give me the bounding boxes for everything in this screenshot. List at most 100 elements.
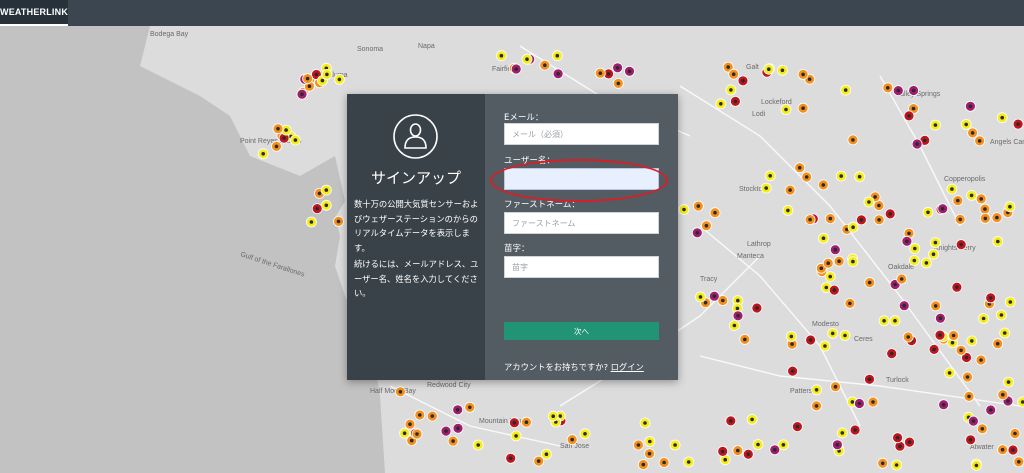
sensor-marker[interactable] [946, 183, 958, 195]
sensor-marker[interactable] [763, 63, 775, 75]
sensor-marker[interactable] [464, 401, 476, 413]
sensor-marker[interactable] [737, 75, 749, 87]
sensor-marker[interactable] [805, 334, 816, 346]
sensor-marker[interactable] [644, 448, 655, 460]
sensor-marker[interactable] [612, 62, 623, 74]
sensor-marker[interactable] [725, 84, 737, 96]
sensor-marker[interactable] [935, 312, 946, 324]
sensor-marker[interactable] [752, 439, 764, 450]
sensor-marker[interactable] [730, 96, 741, 107]
sensor-marker[interactable] [1009, 428, 1021, 439]
sensor-marker[interactable] [938, 399, 949, 411]
sensor-marker[interactable] [426, 410, 438, 422]
sensor-marker[interactable] [547, 410, 559, 422]
lastname-field[interactable] [504, 256, 659, 278]
sensor-marker[interactable] [612, 78, 624, 89]
sensor-marker[interactable] [399, 427, 411, 439]
sensor-marker[interactable] [991, 212, 1003, 224]
sensor-marker[interactable] [909, 243, 921, 254]
email-field[interactable] [504, 123, 659, 145]
sensor-marker[interactable] [954, 213, 966, 225]
sensor-marker[interactable] [452, 422, 464, 434]
sensor-marker[interactable] [922, 206, 934, 218]
sensor-marker[interactable] [864, 373, 875, 385]
sensor-marker[interactable] [962, 371, 973, 383]
sensor-marker[interactable] [847, 221, 859, 233]
sensor-marker[interactable] [505, 452, 517, 464]
sensor-marker[interactable] [951, 281, 963, 293]
sensor-marker[interactable] [892, 432, 903, 444]
sensor-marker[interactable] [878, 315, 890, 327]
sensor-marker[interactable] [452, 404, 464, 416]
sensor-marker[interactable] [732, 445, 744, 457]
sensor-marker[interactable] [669, 439, 681, 451]
sensor-marker[interactable] [778, 439, 789, 451]
sensor-marker[interactable] [930, 237, 941, 249]
sensor-marker[interactable] [937, 203, 949, 215]
sensor-marker[interactable] [566, 434, 578, 446]
sensor-marker[interactable] [997, 389, 1009, 401]
sensor-marker[interactable] [708, 290, 720, 302]
sensor-marker[interactable] [541, 448, 552, 460]
sensor-marker[interactable] [801, 171, 813, 183]
sensor-marker[interactable] [979, 212, 991, 224]
sensor-marker[interactable] [944, 367, 955, 379]
sensor-marker[interactable] [873, 214, 885, 226]
sensor-marker[interactable] [822, 257, 834, 269]
sensor-marker[interactable] [539, 59, 551, 71]
sensor-marker[interactable] [839, 330, 851, 341]
sensor-marker[interactable] [777, 64, 788, 76]
sensor-marker[interactable] [967, 127, 978, 139]
sensor-marker[interactable] [594, 67, 606, 79]
sensor-marker[interactable] [447, 435, 459, 447]
sensor-marker[interactable] [797, 69, 809, 80]
sensor-marker[interactable] [683, 456, 695, 468]
sensor-marker[interactable] [321, 69, 333, 80]
sensor-marker[interactable] [930, 119, 941, 131]
sensor-marker[interactable] [404, 418, 416, 430]
sensor-marker[interactable] [847, 256, 859, 268]
next-button[interactable]: 次へ [504, 322, 659, 340]
sensor-marker[interactable] [832, 439, 843, 451]
sensor-marker[interactable] [824, 213, 836, 225]
firstname-field[interactable] [504, 212, 659, 234]
sensor-marker[interactable] [849, 424, 861, 436]
sensor-marker[interactable] [854, 398, 865, 409]
sensor-marker[interactable] [975, 354, 987, 366]
sensor-marker[interactable] [824, 271, 836, 283]
sensor-marker[interactable] [902, 331, 914, 343]
sensor-marker[interactable] [804, 214, 816, 226]
sensor-marker[interactable] [836, 427, 848, 439]
sensor-marker[interactable] [971, 459, 982, 471]
sensor-marker[interactable] [999, 327, 1011, 339]
sensor-marker[interactable] [882, 82, 894, 94]
sensor-marker[interactable] [928, 248, 939, 260]
sensor-marker[interactable] [930, 300, 942, 312]
sensor-marker[interactable] [966, 189, 977, 201]
sensor-marker[interactable] [551, 50, 563, 62]
sensor-marker[interactable] [639, 417, 651, 429]
login-link[interactable]: ログイン [611, 362, 644, 372]
sensor-marker[interactable] [978, 313, 989, 324]
sensor-marker[interactable] [691, 227, 703, 239]
sensor-marker[interactable] [792, 421, 803, 433]
sensor-marker[interactable] [811, 400, 822, 412]
sensor-marker[interactable] [829, 244, 841, 256]
sensor-marker[interactable] [1004, 201, 1016, 213]
sensor-marker[interactable] [892, 85, 904, 96]
sensor-marker[interactable] [472, 439, 484, 451]
sensor-marker[interactable] [896, 273, 908, 285]
sensor-marker[interactable] [889, 315, 901, 327]
sensor-marker[interactable] [863, 196, 875, 208]
sensor-marker[interactable] [901, 235, 913, 247]
sensor-marker[interactable] [965, 100, 976, 112]
sensor-marker[interactable] [510, 63, 522, 75]
sensor-marker[interactable] [717, 445, 729, 457]
sensor-marker[interactable] [510, 430, 522, 442]
sensor-marker[interactable] [742, 448, 754, 460]
sensor-marker[interactable] [311, 203, 323, 215]
sensor-marker[interactable] [1012, 118, 1024, 130]
sensor-marker[interactable] [996, 309, 1007, 321]
sensor-marker[interactable] [695, 291, 706, 303]
sensor-marker[interactable] [898, 300, 910, 312]
